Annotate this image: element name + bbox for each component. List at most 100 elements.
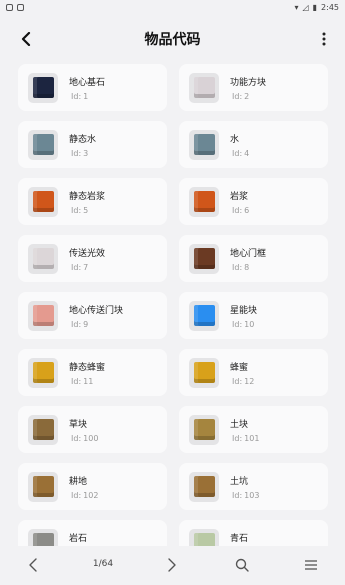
item-info: 青石Id: (230, 531, 248, 547)
item-card[interactable]: 青石Id: (179, 520, 328, 546)
item-info: 静态蜂蜜 Id: 11 (69, 360, 105, 386)
dirt-block-icon (193, 419, 215, 440)
item-name: 青石 (230, 533, 249, 544)
item-card[interactable]: 地心门框 Id: 8 (179, 235, 328, 282)
item-card[interactable]: 土坑 Id: 103 (179, 463, 328, 510)
honey-block-icon (32, 362, 54, 383)
item-id: Id: 102 (69, 491, 98, 500)
next-page-button[interactable] (161, 554, 183, 576)
item-name: 岩石 (69, 533, 88, 544)
item-grid: 地心基石 Id: 1 功能方块 Id: 2 静态水 Id: 3 水 Id: 4 静态岩浆 Id: 5 岩浆 Id… (18, 64, 328, 546)
item-id-label: Id: (232, 319, 243, 329)
item-name: 耕地 (69, 476, 88, 487)
item-id: Id: 101 (230, 434, 259, 443)
item-id: Id: 3 (69, 149, 96, 158)
app-bar: 物品代码 (0, 22, 345, 56)
menu-button[interactable] (300, 554, 322, 576)
item-card[interactable]: 静态岩浆 Id: 5 (18, 178, 167, 225)
item-id-value: 12 (244, 376, 255, 386)
item-info: 地心传送门块 Id: 9 (69, 303, 123, 329)
item-id-value: 1 (83, 91, 89, 101)
item-card[interactable]: 地心传送门块 Id: 9 (18, 292, 167, 339)
portal-block-icon (32, 305, 54, 326)
item-card[interactable]: 功能方块 Id: 2 (179, 64, 328, 111)
item-card[interactable]: 土块 Id: 101 (179, 406, 328, 453)
item-card[interactable]: 岩石Id: (18, 520, 167, 546)
function-block-icon (193, 77, 215, 98)
item-id-label: Id: (232, 91, 243, 101)
item-id-value: 8 (244, 262, 250, 272)
item-card[interactable]: 星能块 Id: 10 (179, 292, 328, 339)
item-id-label: Id: (232, 490, 243, 500)
item-card[interactable]: 静态蜂蜜 Id: 11 (18, 349, 167, 396)
item-thumbnail (28, 357, 58, 388)
item-info: 草块 Id: 100 (69, 417, 98, 443)
item-id: Id: 103 (230, 491, 259, 500)
search-button[interactable] (231, 554, 253, 576)
back-arrow-icon (21, 32, 31, 46)
item-id: Id: 12 (230, 377, 254, 386)
item-name: 水 (230, 134, 240, 145)
item-id: Id: 4 (230, 149, 249, 158)
item-thumbnail (28, 186, 58, 217)
item-id-value: 103 (244, 490, 260, 500)
portal-effect-block-icon (32, 248, 54, 269)
item-id-value: 102 (83, 490, 99, 500)
item-info: 耕地 Id: 102 (69, 474, 98, 500)
item-id-value: 5 (83, 205, 89, 215)
item-id-value: 10 (244, 319, 255, 329)
item-thumbnail (28, 471, 58, 502)
item-thumbnail (28, 300, 58, 331)
item-id: Id: 9 (69, 320, 123, 329)
item-card[interactable]: 静态水 Id: 3 (18, 121, 167, 168)
chevron-right-icon (168, 558, 176, 572)
item-card[interactable]: 传送光效 Id: 7 (18, 235, 167, 282)
page-indicator: 1/64 (92, 559, 114, 569)
item-name: 静态蜂蜜 (69, 362, 106, 373)
status-right: ▾ ◿ ▮ 2:45 (294, 3, 339, 12)
menu-icon (305, 560, 317, 570)
item-id-label: Id: (232, 433, 243, 443)
back-button[interactable] (14, 27, 38, 51)
item-id-label: Id: (71, 148, 82, 158)
star-energy-block-icon (193, 305, 215, 326)
item-card[interactable]: 水 Id: 4 (179, 121, 328, 168)
item-card[interactable]: 蜂蜜 Id: 12 (179, 349, 328, 396)
item-info: 静态水 Id: 3 (69, 132, 96, 158)
item-thumbnail (189, 129, 219, 160)
more-options-button[interactable] (317, 27, 331, 51)
item-info: 地心门框 Id: 8 (230, 246, 266, 272)
item-info: 地心基石 Id: 1 (69, 75, 105, 101)
item-info: 土块 Id: 101 (230, 417, 259, 443)
item-id-value: 3 (83, 148, 89, 158)
item-thumbnail (189, 357, 219, 388)
item-thumbnail (28, 72, 58, 103)
item-id-label: Id: (71, 205, 82, 215)
water-block-icon (193, 134, 215, 155)
item-info: 岩石Id: (69, 531, 87, 547)
item-thumbnail (28, 129, 58, 160)
wifi-icon: ▾ (294, 2, 299, 12)
item-card[interactable]: 岩浆 Id: 6 (179, 178, 328, 225)
item-thumbnail (189, 471, 219, 502)
item-card[interactable]: 耕地 Id: 102 (18, 463, 167, 510)
item-card[interactable]: 地心基石 Id: 1 (18, 64, 167, 111)
item-name: 星能块 (230, 305, 258, 316)
item-id-label: Id: (232, 376, 243, 386)
item-id: Id: 8 (230, 263, 266, 272)
app-notification-icon (17, 3, 24, 11)
item-thumbnail (28, 414, 58, 445)
item-thumbnail (189, 72, 219, 103)
item-id: Id: 7 (69, 263, 105, 272)
signal-icon: ◿ (302, 2, 309, 12)
item-name: 静态岩浆 (69, 191, 106, 202)
previous-page-button[interactable] (22, 554, 44, 576)
chevron-left-icon (29, 558, 37, 572)
item-info: 岩浆 Id: 6 (230, 189, 249, 215)
battery-icon: ▮ (312, 2, 318, 12)
item-name: 地心基石 (69, 77, 106, 88)
item-id: Id: 6 (230, 206, 249, 215)
item-thumbnail (28, 528, 58, 546)
item-id-value: 7 (83, 262, 89, 272)
item-card[interactable]: 草块 Id: 100 (18, 406, 167, 453)
